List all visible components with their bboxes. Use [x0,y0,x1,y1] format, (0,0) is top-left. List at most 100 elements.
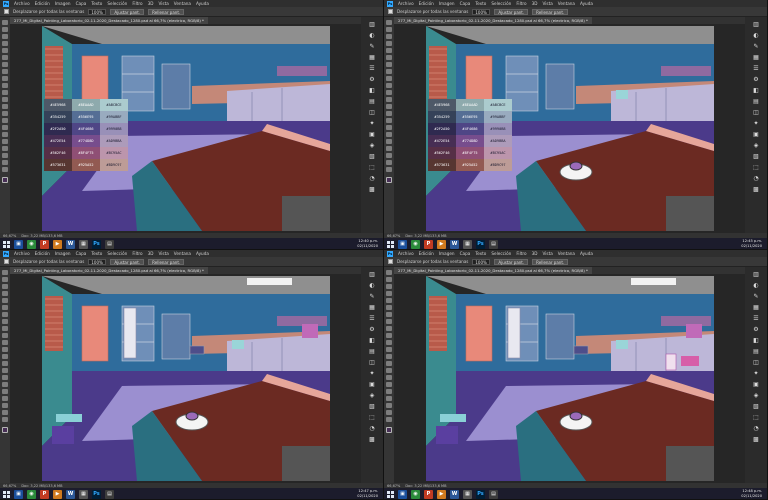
word-icon[interactable]: W [66,239,75,249]
palette-swatch[interactable]: #8F4F75 [72,147,100,159]
tool-icon[interactable] [2,69,8,74]
palette-swatch[interactable]: #2F2A50 [428,123,456,135]
fit-screen-button[interactable]: Ajustar pant. [110,8,145,15]
tool-icon[interactable] [2,326,8,331]
panel-icon[interactable]: ▥ [368,21,376,29]
tool-icon[interactable] [386,340,392,345]
tool-icon[interactable] [2,139,8,144]
chrome-icon[interactable]: ◉ [411,239,420,249]
window-switch-icon[interactable]: ▤ [105,239,114,249]
tool-icon[interactable] [386,298,392,303]
powerpoint-icon[interactable]: P [424,239,433,249]
tool-icon[interactable] [386,41,392,46]
tool-icon[interactable] [2,375,8,380]
document-tab[interactable]: 277_Mi_Digital_Painting_Laboratorio_02-1… [10,17,208,24]
panel-icon[interactable]: ☰ [368,315,376,323]
photoshop-taskbar-icon[interactable]: Ps [92,489,101,499]
window-switch-icon[interactable]: ▤ [489,489,498,499]
tool-icon[interactable] [386,361,392,366]
menu-item[interactable]: Edición [419,1,434,6]
menu-item[interactable]: Ayuda [580,251,593,256]
tool-icon[interactable] [2,125,8,130]
panel-icon[interactable]: ▦ [752,304,760,312]
media-icon[interactable]: ▶ [437,489,446,499]
menu-item[interactable]: Ventana [174,251,191,256]
panel-icon[interactable]: ◧ [752,87,760,95]
panel-icon[interactable]: ▤ [368,98,376,106]
palette-swatch[interactable]: #ABCBCE [100,99,128,111]
window-switch-icon[interactable]: ▤ [105,489,114,499]
panel-icon[interactable]: ⚙ [368,326,376,334]
windows-start-icon[interactable] [387,240,394,248]
tool-icon[interactable] [386,34,392,39]
windows-start-icon[interactable] [3,490,10,498]
menu-item[interactable]: Vista [158,251,168,256]
tool-icon[interactable] [386,153,392,158]
panel-icon[interactable]: ✎ [368,293,376,301]
canvas-workspace[interactable]: #4E5968 #8EAAAD #ABCBCE #354259 #556E95 #99AB… [394,24,746,233]
system-clock[interactable]: 12:47 p.m. 02/11/2020 [357,489,378,499]
palette-swatch[interactable]: #354259 [44,111,72,123]
tool-icon[interactable] [2,76,8,81]
palette-swatch[interactable]: #354259 [428,111,456,123]
tool-icon[interactable] [386,90,392,95]
menu-item[interactable]: 3D [148,1,154,6]
tool-icon[interactable] [386,111,392,116]
palette-swatch[interactable]: #99ABBF [100,111,128,123]
tool-icon[interactable] [2,368,8,373]
panel-icon[interactable]: ▣ [752,381,760,389]
panel-icon[interactable]: ▤ [752,98,760,106]
canvas-workspace[interactable] [10,274,362,483]
palette-swatch[interactable]: #472E54 [428,135,456,147]
file-explorer-icon[interactable]: ▣ [398,489,407,499]
palette-swatch[interactable]: #774D8D [72,135,100,147]
tool-icon[interactable] [386,20,392,25]
canvas-workspace[interactable] [394,274,746,483]
tool-icon[interactable] [386,55,392,60]
menu-item[interactable]: Texto [475,1,486,6]
menu-item[interactable]: Ventana [174,1,191,6]
menu-item[interactable]: Texto [91,1,102,6]
tool-icon[interactable] [2,277,8,282]
panel-icon[interactable]: ◈ [752,142,760,150]
menu-item[interactable]: Archivo [14,251,30,256]
tool-icon[interactable] [386,97,392,102]
menu-item[interactable]: Ventana [558,1,575,6]
tool-icon[interactable] [2,167,8,172]
tool-icon[interactable] [386,125,392,130]
panel-icon[interactable]: ✎ [368,43,376,51]
file-explorer-icon[interactable]: ▣ [398,239,407,249]
tool-icon[interactable] [2,160,8,165]
panel-icon[interactable]: ✎ [752,293,760,301]
photoshop-taskbar-icon[interactable]: Ps [92,239,101,249]
panel-icon[interactable]: ✦ [752,370,760,378]
tool-icon[interactable] [2,34,8,39]
panel-icon[interactable]: ▥ [752,21,760,29]
panel-icon[interactable]: ☰ [752,315,760,323]
foreground-color-icon[interactable] [2,427,8,433]
panel-icon[interactable]: ▩ [752,186,760,194]
panel-icon[interactable]: ☰ [368,65,376,73]
panel-icon[interactable]: ✎ [752,43,760,51]
media-icon[interactable]: ▶ [53,239,62,249]
palette-swatch[interactable]: #556E95 [72,111,100,123]
tool-icon[interactable] [2,410,8,415]
palette-swatch[interactable]: #ABCBCE [484,99,512,111]
tool-icon[interactable] [2,396,8,401]
palette-swatch[interactable]: #562F46 [428,147,456,159]
menu-item[interactable]: Filtro [516,251,526,256]
tool-icon[interactable] [2,354,8,359]
menu-item[interactable]: Archivo [14,1,30,6]
system-clock[interactable]: 12:48 p.m. 02/11/2020 [741,489,762,499]
tool-icon[interactable] [386,368,392,373]
palette-swatch[interactable]: #BD9C97 [484,159,512,171]
menu-item[interactable]: Ayuda [196,1,209,6]
tool-icon[interactable] [386,76,392,81]
panel-icon[interactable]: ◐ [368,32,376,40]
fit-screen-button[interactable]: Ajustar pant. [110,258,145,265]
chrome-icon[interactable]: ◉ [27,489,36,499]
palette-swatch[interactable]: #573631 [428,159,456,171]
tool-icon[interactable] [2,48,8,53]
scroll-all-checkbox[interactable] [4,259,9,264]
menu-item[interactable]: Selección [491,1,511,6]
